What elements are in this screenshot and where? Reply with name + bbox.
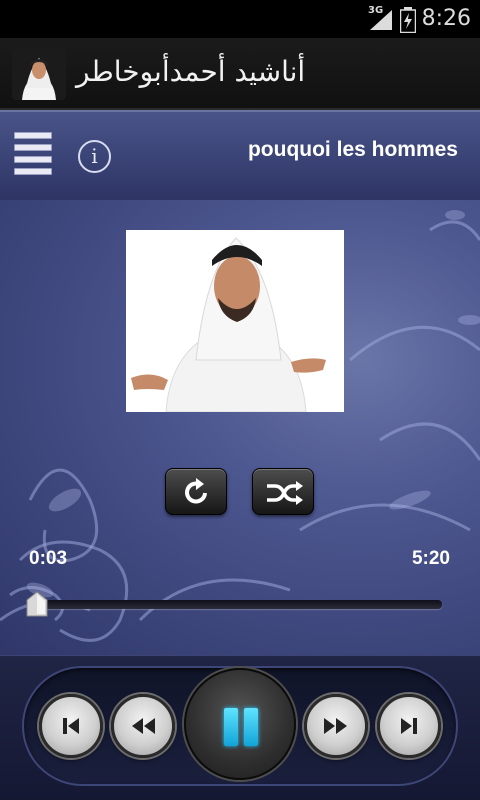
- clock: 8:26: [421, 6, 471, 31]
- player-toolbar: i pouquoi les hommes: [0, 110, 480, 200]
- pause-icon: [244, 708, 258, 746]
- skip-previous-icon: [63, 718, 79, 734]
- info-icon[interactable]: i: [78, 140, 111, 173]
- app-title: أناشيد أحمدأبوخاطر: [76, 55, 306, 88]
- album-art: [126, 230, 344, 412]
- previous-button[interactable]: [39, 694, 103, 758]
- next-button[interactable]: [377, 694, 441, 758]
- menu-icon[interactable]: [14, 132, 52, 176]
- pause-button[interactable]: [184, 668, 296, 780]
- rewind-icon: [132, 718, 155, 734]
- total-time: 5:20: [411, 548, 450, 569]
- shuffle-icon: [267, 481, 303, 505]
- seek-bar[interactable]: [30, 600, 442, 609]
- battery-icon: [400, 7, 416, 33]
- shuffle-button[interactable]: [252, 468, 314, 515]
- elapsed-time: 0:03: [29, 548, 68, 569]
- fast-forward-button[interactable]: [304, 694, 368, 758]
- player-main: 0:03 5:20: [0, 200, 480, 655]
- seek-thumb[interactable]: [26, 591, 48, 617]
- fast-forward-icon: [324, 718, 347, 734]
- repeat-icon: [185, 478, 207, 504]
- action-bar: أناشيد أحمدأبوخاطر: [0, 38, 480, 110]
- track-title: pouquoi les hommes: [247, 138, 458, 161]
- rewind-button[interactable]: [111, 694, 175, 758]
- status-bar: 3G 8:26: [0, 0, 480, 38]
- pause-icon: [224, 708, 238, 746]
- app-logo-icon[interactable]: [12, 48, 66, 100]
- skip-next-icon: [401, 718, 417, 734]
- repeat-button[interactable]: [165, 468, 227, 515]
- signal-icon: [370, 10, 392, 30]
